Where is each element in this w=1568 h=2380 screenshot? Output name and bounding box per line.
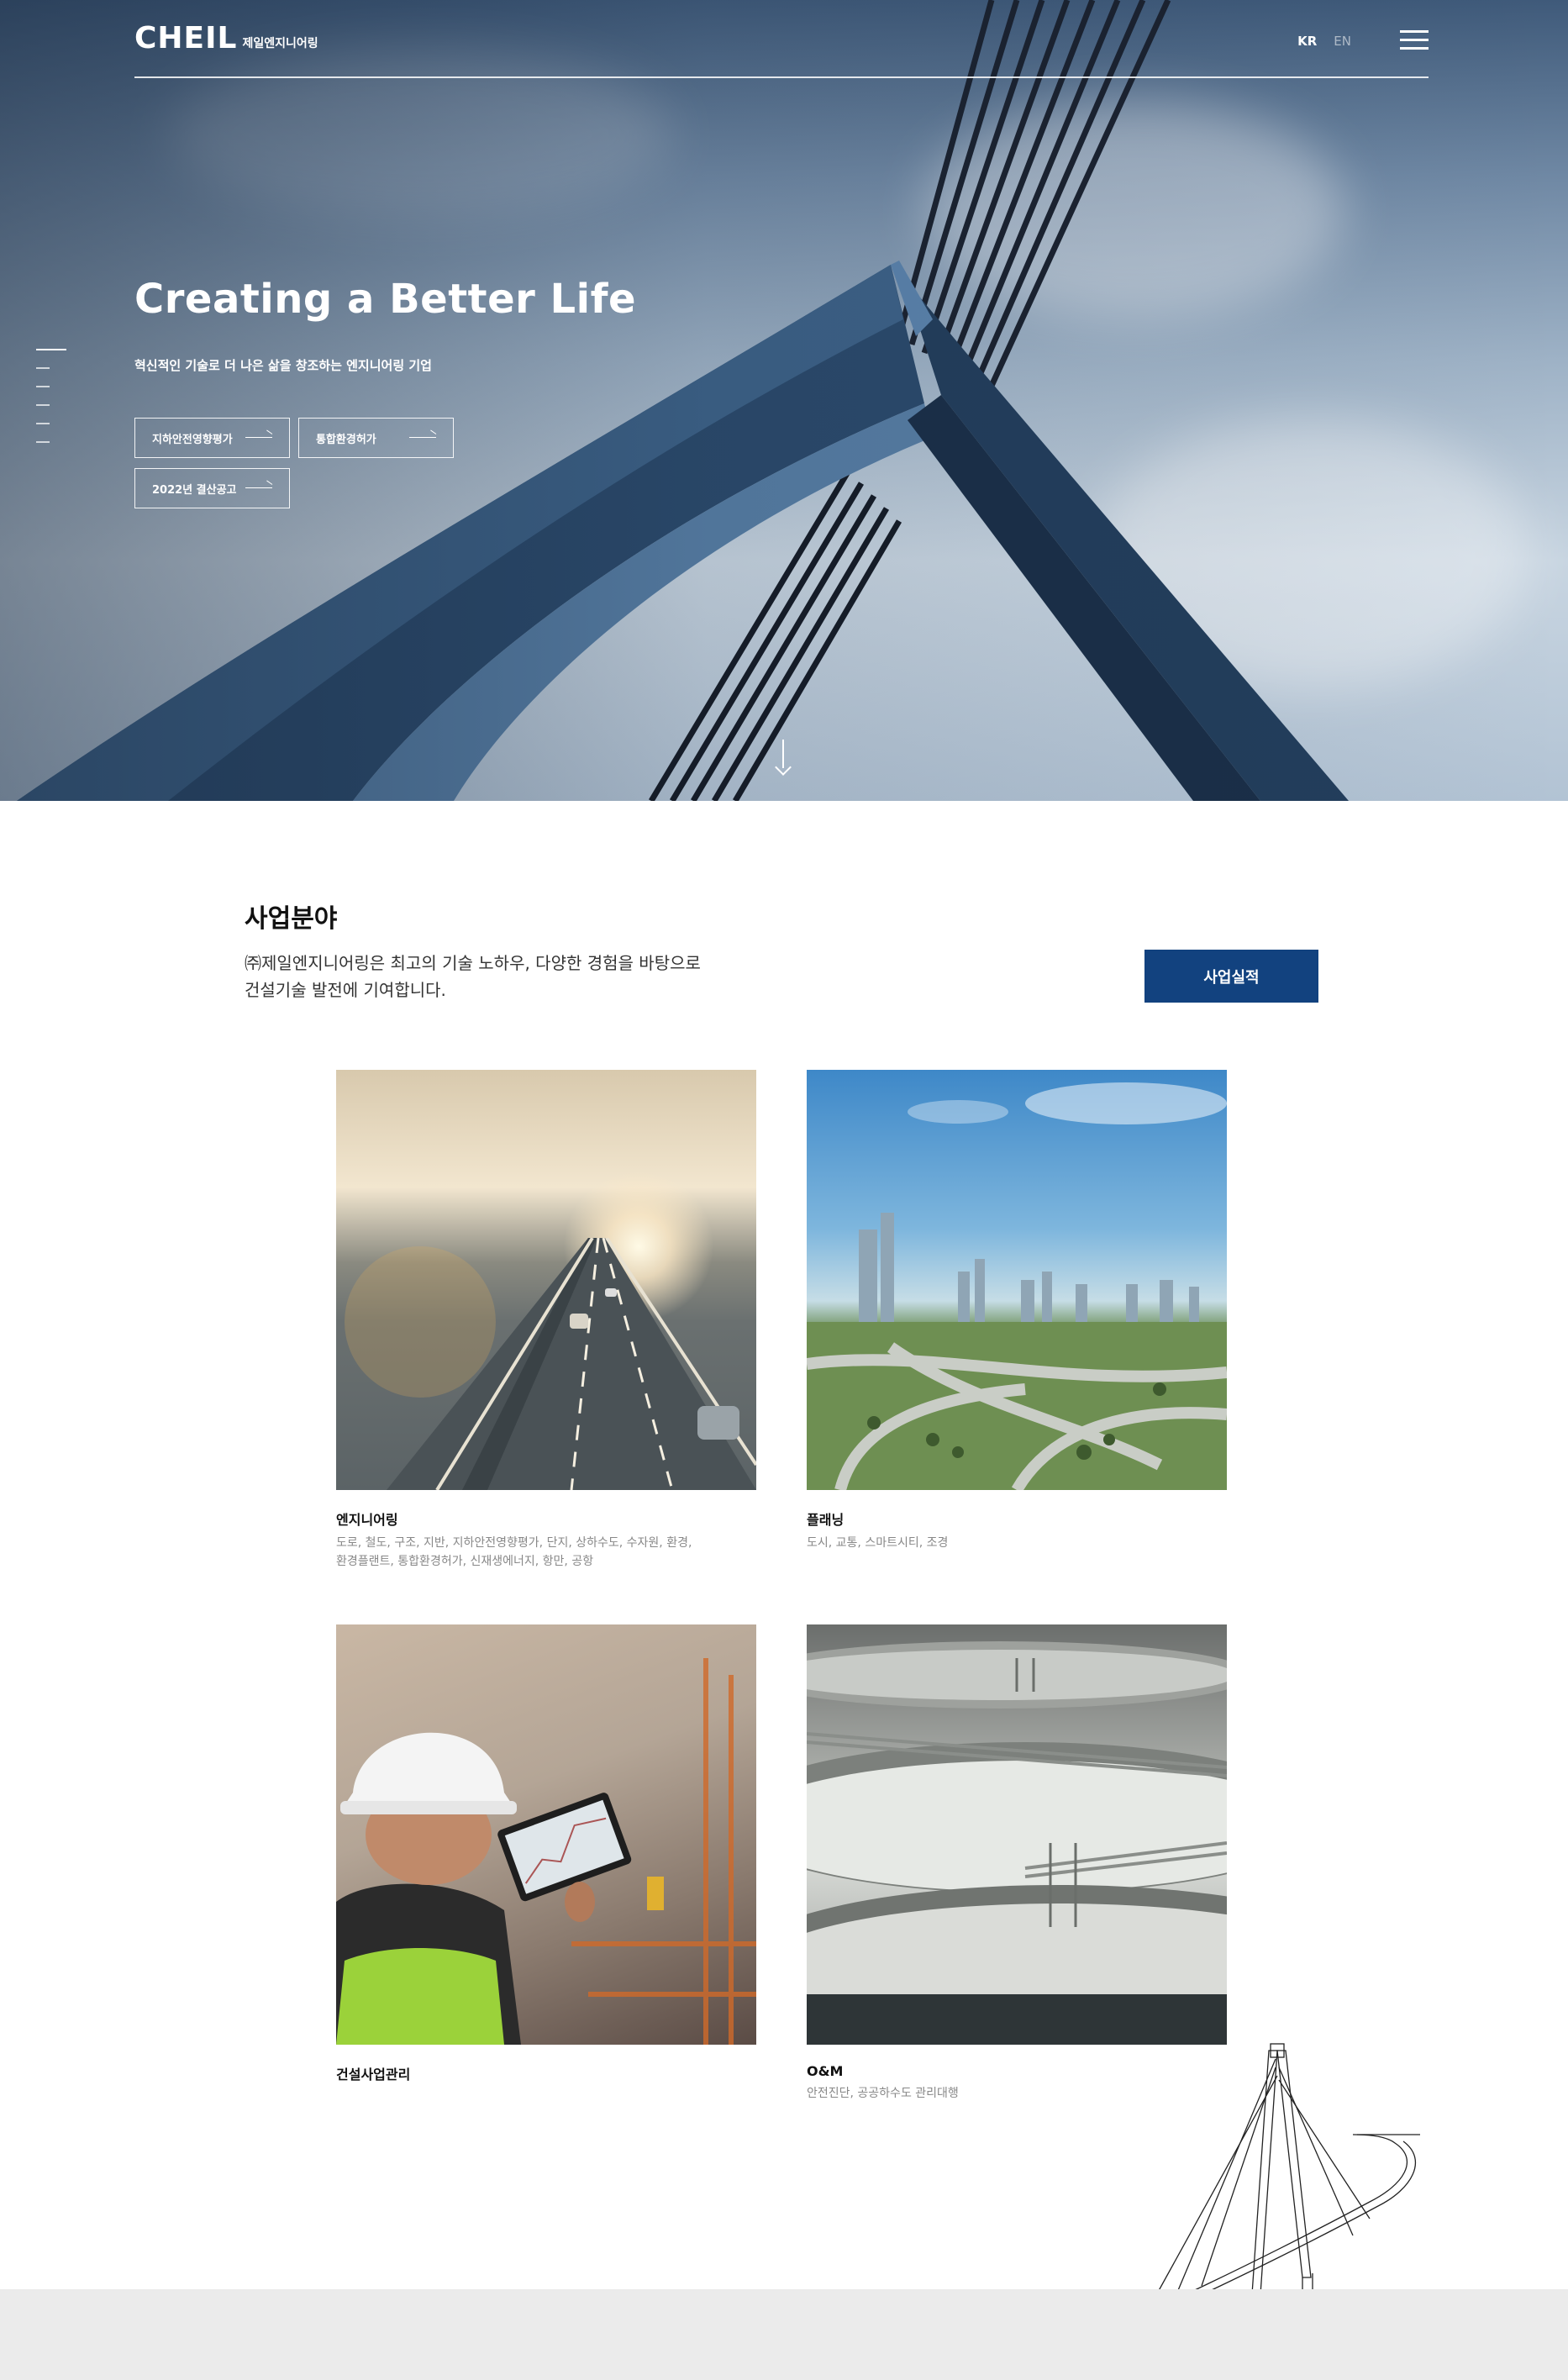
slide-dot-1[interactable] [36,349,66,350]
slide-dot-4[interactable] [36,404,50,406]
card-title[interactable]: 플래닝 [807,1509,1227,1529]
settlement-notice-button[interactable]: 2022년 결산공고 [134,468,290,508]
card-desc-line: 도로, 철도, 구조, 지반, 지하안전영향평가, 단지, 상하수도, 수자원,… [336,1536,692,1550]
water-treatment-photo[interactable] [807,1624,1227,2045]
hero-subtitle: 혁신적인 기술로 더 나은 삶을 창조하는 엔지니어링 기업 [134,358,432,373]
menu-bar [1400,39,1429,41]
card-desc-line: 도시, 교통, 스마트시티, 조경 [807,1536,949,1550]
hero-banner: CHEIL 제일엔지니어링 KR EN Creating a Better Li… [0,0,1568,801]
business-card-om: O&M 안전진단, 공공하수도 관리대행 [807,1624,1227,2103]
logo-mark: CHEIL [134,21,238,55]
treatment-tank [807,1641,1227,2045]
business-section-title: 사업분야 [245,904,338,934]
card-title[interactable]: 건설사업관리 [336,2063,756,2083]
arrow-right-icon [245,437,272,438]
menu-bar [1400,30,1429,33]
worker-illustration [336,1658,756,2045]
arrow-right-icon [245,487,272,488]
slide-dot-6[interactable] [36,441,50,443]
hamburger-menu-icon[interactable] [1400,30,1429,50]
button-label: 통합환경허가 [316,433,376,446]
lang-kr-link[interactable]: KR [1297,34,1317,49]
business-section-description: ㈜제일엔지니어링은 최고의 기술 노하우, 다양한 경험을 바탕으로 건설기술 … [245,950,701,1003]
business-performance-button[interactable]: 사업실적 [1144,950,1318,1003]
language-switch: KR EN [1297,34,1351,49]
business-card-engineering: 엔지니어링 도로, 철도, 구조, 지반, 지하안전영향평가, 단지, 상하수도… [336,1070,756,1571]
menu-bar [1400,47,1429,50]
slide-dot-3[interactable] [36,386,50,387]
hero-shade [0,0,1568,801]
scroll-down-arrow-icon[interactable] [775,740,792,776]
button-label: 2022년 결산공고 [152,483,237,497]
description-line: 건설기술 발전에 기여합니다. [245,980,446,1000]
card-desc-line: 환경플랜트, 통합환경허가, 신재생에너지, 항만, 공항 [336,1555,594,1568]
slide-dot-2[interactable] [36,367,50,369]
city-skyline [807,1082,1227,1490]
company-logo[interactable]: CHEIL 제일엔지니어링 [134,24,318,54]
underground-safety-button[interactable]: 지하안전영향평가 [134,418,290,458]
business-card-planning: 플래닝 도시, 교통, 스마트시티, 조경 [807,1070,1227,1552]
business-card-construction: 건설사업관리 [336,1624,756,2083]
description-line: ㈜제일엔지니어링은 최고의 기술 노하우, 다양한 경험을 바탕으로 [245,953,701,973]
site-header: CHEIL 제일엔지니어링 KR EN [134,0,1429,78]
footer-band [0,2289,1568,2380]
city-interchange-photo[interactable] [807,1070,1227,1490]
card-title[interactable]: 엔지니어링 [336,1509,756,1529]
slide-indicator [36,349,66,460]
arrow-right-icon [409,437,436,438]
environment-permit-button[interactable]: 통합환경허가 [298,418,454,458]
highway-road [387,1238,756,1490]
card-description: 도로, 철도, 구조, 지반, 지하안전영향평가, 단지, 상하수도, 수자원,… [336,1534,731,1571]
construction-worker-photo[interactable] [336,1624,756,2045]
arrow-head [775,759,792,776]
slide-dot-5[interactable] [36,423,50,424]
card-description: 도시, 교통, 스마트시티, 조경 [807,1534,1202,1552]
lang-en-link[interactable]: EN [1334,34,1351,49]
highway-photo[interactable] [336,1070,756,1490]
hero-title: Creating a Better Life [134,276,637,323]
button-label: 지하안전영향평가 [152,433,233,446]
logo-subtitle: 제일엔지니어링 [242,37,318,50]
